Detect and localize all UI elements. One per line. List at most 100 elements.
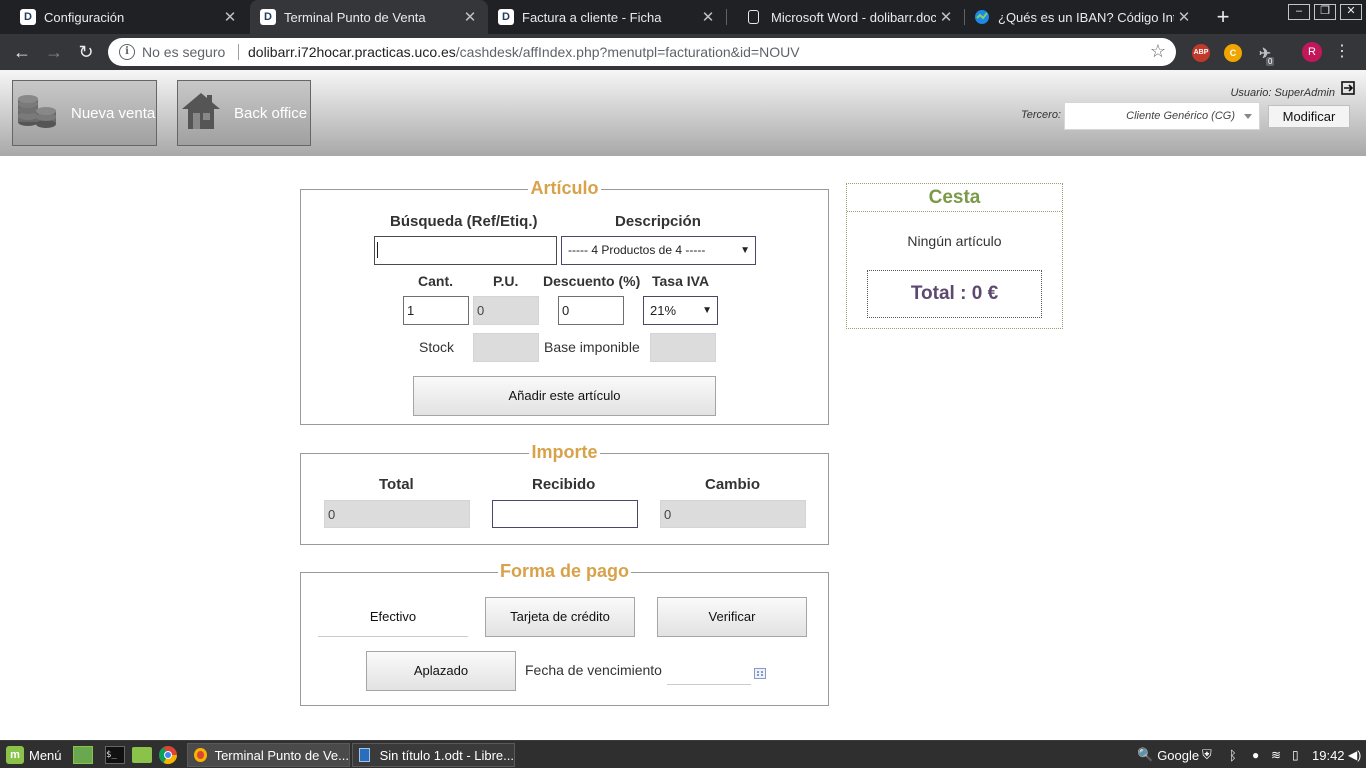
tab-title: Microsoft Word - dolibarr.docx <box>771 9 936 25</box>
busqueda-input[interactable] <box>374 236 557 265</box>
more-menu-icon[interactable]: ⋮ <box>1334 42 1350 62</box>
house-icon <box>180 91 222 135</box>
close-window-button[interactable]: ✕ <box>1340 4 1362 20</box>
bookmark-star-icon[interactable]: ☆ <box>1150 41 1166 62</box>
taskbar-window-title: Sin título 1.odt - Libre... <box>379 747 514 763</box>
recibido-input[interactable] <box>492 500 638 528</box>
battery-icon[interactable]: ▯ <box>1292 741 1299 768</box>
back-office-button[interactable]: Back office <box>177 80 311 146</box>
modificar-button[interactable]: Modificar <box>1268 105 1350 128</box>
tab-title: Configuración <box>44 9 125 25</box>
terminal-icon[interactable]: $_ <box>105 741 125 768</box>
descripcion-select[interactable]: ----- 4 Productos de 4 ----- ▼ <box>561 236 756 265</box>
tercero-label: Tercero: <box>1021 109 1061 121</box>
add-article-button[interactable]: Añadir este artículo <box>413 376 716 416</box>
files-folder-icon[interactable] <box>132 741 152 768</box>
start-menu-button[interactable]: m Menú <box>6 741 62 768</box>
cesta-panel: Cesta Ningún artículo Total : 0 € <box>846 183 1063 329</box>
base-imponible-input <box>650 333 716 362</box>
address-bar[interactable]: i No es seguro dolibarr.i72hocar.practic… <box>108 38 1176 66</box>
tab-microsoft-word[interactable]: Microsoft Word - dolibarr.docx ✕ <box>726 0 964 34</box>
forma-pago-legend: Forma de pago <box>301 561 828 582</box>
restore-window-button[interactable]: ❐ <box>1314 4 1336 20</box>
total-label: Total <box>379 476 414 493</box>
search-label: Google <box>1157 747 1200 763</box>
descuento-input[interactable]: 0 <box>558 296 624 325</box>
importe-legend: Importe <box>301 442 828 463</box>
profile-avatar[interactable]: R <box>1302 42 1322 62</box>
logout-icon[interactable] <box>1341 81 1355 100</box>
tasa-iva-value: 21% <box>650 303 677 318</box>
user-icon[interactable]: ● <box>1252 741 1259 768</box>
busqueda-label: Búsqueda (Ref/Etiq.) <box>390 213 538 230</box>
cambio-input: 0 <box>660 500 806 528</box>
coupon-extension-icon[interactable]: C <box>1224 44 1242 62</box>
security-label: No es seguro <box>142 44 226 60</box>
cesta-title: Cesta <box>847 184 1062 212</box>
minimize-window-button[interactable]: – <box>1288 4 1310 20</box>
tarjeta-credito-button[interactable]: Tarjeta de crédito <box>485 597 635 637</box>
fecha-vencimiento-label: Fecha de vencimiento : <box>525 662 670 678</box>
cant-label: Cant. <box>418 273 453 289</box>
cesta-total: Total : 0 € <box>867 270 1042 318</box>
info-icon[interactable]: i <box>119 44 135 60</box>
chevron-down-icon <box>1244 114 1252 119</box>
search-icon: 🔍 <box>1137 747 1154 762</box>
show-desktop-icon[interactable] <box>73 741 93 768</box>
tasa-iva-label: Tasa IVA <box>652 273 710 289</box>
adblock-plus-icon[interactable]: ABP <box>1192 44 1210 62</box>
user-label: Usuario: SuperAdmin <box>1230 87 1335 99</box>
tercero-select[interactable]: Cliente Genérico (CG) <box>1064 102 1260 130</box>
articulo-fieldset: Artículo Búsqueda (Ref/Etiq.) Descripció… <box>300 178 829 425</box>
forward-arrow-icon[interactable]: → <box>42 40 66 64</box>
tercero-value: Cliente Genérico (CG) <box>1126 110 1235 122</box>
fecha-vencimiento-input[interactable] <box>667 657 751 685</box>
stock-label: Stock <box>419 339 455 355</box>
tab-factura-cliente[interactable]: D Factura a cliente - Ficha ✕ <box>488 0 726 34</box>
close-icon[interactable]: ✕ <box>220 8 240 26</box>
coins-icon <box>15 94 59 132</box>
close-icon[interactable]: ✕ <box>698 8 718 26</box>
close-icon[interactable]: ✕ <box>1174 8 1194 26</box>
dolibarr-icon: D <box>498 9 514 25</box>
articulo-legend-text: Artículo <box>528 178 601 198</box>
text-cursor <box>377 242 378 258</box>
back-arrow-icon[interactable]: ← <box>10 40 34 64</box>
tab-terminal-punto-de-venta[interactable]: D Terminal Punto de Venta ✕ <box>250 0 488 34</box>
cant-input[interactable]: 1 <box>403 296 469 325</box>
descuento-label: Descuento (%) <box>543 273 641 289</box>
importe-fieldset: Importe Total Recibido Cambio 0 0 <box>300 442 829 545</box>
tab-configuracion[interactable]: D Configuración ✕ <box>0 0 248 34</box>
close-icon[interactable]: ✕ <box>460 8 480 26</box>
aplazado-button[interactable]: Aplazado <box>366 651 516 691</box>
shield-icon[interactable]: ⛨ <box>1202 741 1212 768</box>
forma-pago-legend-text: Forma de pago <box>497 561 631 581</box>
nueva-venta-button[interactable]: Nueva venta <box>12 80 157 146</box>
taskbar-window-chrome[interactable]: Terminal Punto de Ve... <box>187 743 350 767</box>
taskbar-window-libreoffice[interactable]: Sin título 1.odt - Libre... <box>352 743 515 767</box>
new-tab-button[interactable]: + <box>1210 5 1236 29</box>
cambio-label: Cambio <box>705 476 761 493</box>
calendar-icon[interactable] <box>754 666 766 684</box>
close-icon[interactable]: ✕ <box>936 8 956 26</box>
wifi-icon[interactable]: ≋ <box>1271 741 1281 768</box>
chrome-icon[interactable] <box>158 741 178 768</box>
url-text[interactable]: dolibarr.i72hocar.practicas.uco.es/cashd… <box>248 44 800 60</box>
document-icon <box>748 10 759 24</box>
url-path: /cashdesk/affIndex.php?menutpl=facturati… <box>455 44 800 60</box>
dropdown-arrow-icon: ▼ <box>740 245 750 256</box>
recibido-label: Recibido <box>532 476 596 493</box>
reload-icon[interactable]: ↻ <box>74 40 98 64</box>
verificar-button[interactable]: Verificar <box>657 597 807 637</box>
tab-title: Terminal Punto de Venta <box>284 9 426 25</box>
efectivo-button[interactable]: Efectivo <box>318 597 468 637</box>
tab-iban[interactable]: ¿Qués es un IBAN? Código Inte ✕ <box>964 0 1202 34</box>
bluetooth-icon[interactable]: ᛒ <box>1229 741 1237 768</box>
tasa-iva-select[interactable]: 21% ▼ <box>643 296 718 325</box>
search-google[interactable]: 🔍 Google <box>1137 741 1199 768</box>
dropdown-arrow-icon: ▼ <box>702 305 712 316</box>
clock[interactable]: 19:42 <box>1312 741 1345 768</box>
volume-icon[interactable]: ◀) <box>1348 741 1361 768</box>
dolibarr-icon: D <box>20 9 36 25</box>
url-host: dolibarr.i72hocar.practicas.uco.es <box>248 44 456 60</box>
